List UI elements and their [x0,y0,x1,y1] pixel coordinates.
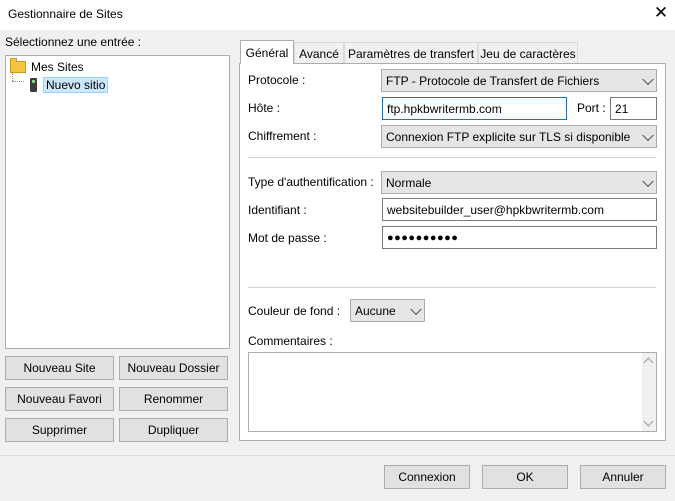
cancel-button[interactable]: Annuler [580,465,666,489]
tab-advanced[interactable]: Avancé [294,42,344,64]
auth-type-label: Type d'authentification : [248,175,374,189]
separator [248,287,656,288]
server-icon [30,77,37,92]
window-title: Gestionnaire de Sites [8,7,123,21]
duplicate-button[interactable]: Dupliquer [119,418,228,442]
auth-type-value: Normale [386,175,432,190]
bgcolor-value: Aucune [355,303,396,318]
chevron-down-icon [410,303,422,315]
scroll-down-icon[interactable] [643,416,654,427]
tree-item-mes-sites[interactable]: Mes Sites [10,57,84,75]
tree-item-label: Nuevo sitio [43,76,109,93]
password-label: Mot de passe : [248,231,327,245]
tree-item-nuevo-sitio[interactable]: Nuevo sitio [30,76,109,93]
protocol-select[interactable]: FTP - Protocole de Transfert de Fichiers [381,69,657,92]
bgcolor-label: Couleur de fond : [248,304,341,318]
host-label: Hôte : [248,101,281,115]
tree-connector [12,81,24,82]
separator [248,157,656,158]
select-entry-label: Sélectionnez une entrée : [5,35,142,49]
encryption-select[interactable]: Connexion FTP explicite sur TLS si dispo… [381,125,657,148]
chevron-down-icon [642,129,654,141]
chevron-down-icon [642,175,654,187]
comments-textarea[interactable] [248,352,657,432]
user-input[interactable]: websitebuilder_user@hpkbwritermb.com [382,198,657,221]
folder-icon [10,57,26,73]
encryption-value: Connexion FTP explicite sur TLS si dispo… [386,129,631,144]
new-bookmark-button[interactable]: Nouveau Favori [5,387,114,411]
protocol-label: Protocole : [248,73,306,87]
connect-button[interactable]: Connexion [384,465,470,489]
close-icon[interactable]: ✕ [652,4,670,22]
host-input[interactable]: ftp.hpkbwritermb.com [382,97,567,120]
bgcolor-select[interactable]: Aucune [350,299,425,322]
comments-scrollbar[interactable] [642,353,656,431]
encryption-label: Chiffrement : [248,129,317,143]
port-input[interactable]: 21 [610,97,657,120]
ok-button[interactable]: OK [482,465,568,489]
tree-connector [12,73,13,81]
chevron-down-icon [642,73,654,85]
tab-general[interactable]: Général [240,40,294,64]
tab-charset[interactable]: Jeu de caractères [478,42,578,64]
comments-label: Commentaires : [248,334,333,348]
protocol-value: FTP - Protocole de Transfert de Fichiers [386,73,600,88]
port-label: Port : [577,101,606,115]
scroll-up-icon[interactable] [643,357,654,368]
tree-item-label: Mes Sites [31,59,84,74]
footer-divider [0,455,675,456]
delete-button[interactable]: Supprimer [5,418,114,442]
new-site-button[interactable]: Nouveau Site [5,356,114,380]
rename-button[interactable]: Renommer [119,387,228,411]
new-folder-button[interactable]: Nouveau Dossier [119,356,228,380]
tab-transfer-settings[interactable]: Paramètres de transfert [344,42,478,64]
site-tree[interactable]: Mes Sites Nuevo sitio [5,55,230,349]
password-input[interactable]: ●●●●●●●●●● [382,226,657,249]
user-label: Identifiant : [248,203,307,217]
auth-type-select[interactable]: Normale [381,171,657,194]
